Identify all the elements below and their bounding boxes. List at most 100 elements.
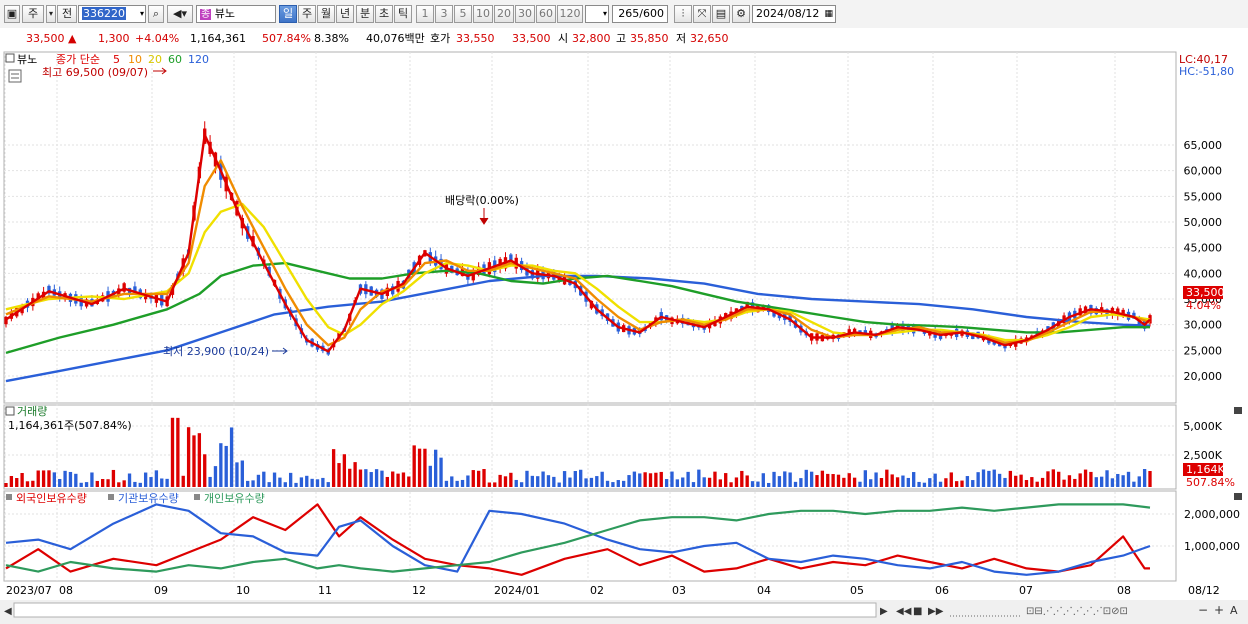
chevron-down-icon[interactable]: ▾ xyxy=(603,6,607,22)
volume-bar xyxy=(203,454,207,487)
speaker-icon[interactable]: ◀▾ xyxy=(167,5,193,23)
x-axis-label: 11 xyxy=(318,584,332,597)
panel-maximize-icon[interactable] xyxy=(1234,493,1242,500)
forward-icon[interactable]: ▶▶ xyxy=(928,606,944,617)
volume-bar xyxy=(573,471,577,487)
calendar-icon[interactable]: ▦ xyxy=(824,6,833,22)
ask-label: 호가 xyxy=(430,32,451,45)
rewind-icon[interactable]: ◀◀ xyxy=(896,606,912,617)
zoom-in-icon[interactable]: + xyxy=(1214,603,1224,617)
volume-bar xyxy=(933,473,937,487)
volume-bar xyxy=(460,479,465,487)
volume-bar xyxy=(885,469,889,487)
chart-menu-icon[interactable]: ▣ xyxy=(4,5,20,23)
interval-30-button[interactable]: 30 xyxy=(515,5,535,23)
data-count-input[interactable]: 265/600 xyxy=(612,5,668,23)
price-change-pct: +4.04% xyxy=(135,32,180,45)
volume-bar xyxy=(262,471,266,487)
chart-canvas[interactable]: 65,00060,00055,00050,00045,00040,00035,0… xyxy=(0,50,1248,621)
current-price: 33,500 ▲ xyxy=(26,32,77,45)
period-month-button[interactable]: 월 xyxy=(317,5,335,23)
volume-bar xyxy=(160,478,164,487)
volume-bar xyxy=(1062,479,1066,487)
volume-bar xyxy=(36,470,40,487)
volume-bar xyxy=(890,474,894,487)
tool-icons[interactable]: ⊡⊟⋰⋰⋰⋰⋰⋰⊡⊘⊡ xyxy=(1026,606,1128,617)
volume-bar xyxy=(552,476,556,487)
chevron-down-icon[interactable]: ▾ xyxy=(46,5,56,23)
interval-1-button[interactable]: 1 xyxy=(416,5,434,23)
interval-custom-input[interactable]: ▾ xyxy=(585,5,609,23)
date-input[interactable]: 2024/08/12 ▦ xyxy=(752,5,836,23)
volume-bar xyxy=(675,479,680,487)
chevron-down-icon[interactable]: ▾ xyxy=(140,6,144,22)
volume-bar xyxy=(41,470,46,487)
gear-icon[interactable]: ⚙ xyxy=(732,5,750,23)
volume-bar xyxy=(143,472,148,487)
volume-bar xyxy=(283,482,287,487)
volume-bar xyxy=(482,469,486,487)
volume-bar xyxy=(557,482,561,487)
volume-bar xyxy=(944,478,948,487)
chart-area[interactable]: 65,000 60,000 55,000 50,000 45,000 40,000 35,0… xyxy=(0,50,1248,621)
data-count: 265 xyxy=(618,7,640,20)
save-icon[interactable]: ▤ xyxy=(712,5,730,23)
volume-bar xyxy=(718,479,722,487)
volume-bar xyxy=(267,482,271,487)
interval-10-button[interactable]: 10 xyxy=(473,5,493,23)
candle-icon[interactable]: ⫶ xyxy=(674,5,692,23)
search-icon[interactable]: ⌕ xyxy=(148,5,164,23)
holding-legend-institution: 기관보유수량 xyxy=(118,492,179,505)
stock-name-field[interactable]: 종 뷰노 xyxy=(196,5,276,23)
period-week-button[interactable]: 주 xyxy=(298,5,316,23)
period-main-button[interactable]: 주 xyxy=(22,5,44,23)
period-year-button[interactable]: 년 xyxy=(336,5,354,23)
period-second-button[interactable]: 초 xyxy=(375,5,393,23)
volume-bar xyxy=(1137,476,1141,487)
price-y-tick: 60,000 xyxy=(1184,165,1223,178)
up-arrow-icon: ▲ xyxy=(68,32,77,45)
interval-5-button[interactable]: 5 xyxy=(454,5,472,23)
stop-icon[interactable]: ■ xyxy=(913,606,922,617)
interval-60-button[interactable]: 60 xyxy=(536,5,556,23)
auto-scale-icon[interactable]: A xyxy=(1230,604,1238,617)
volume-bar xyxy=(831,474,835,487)
interval-3-button[interactable]: 3 xyxy=(435,5,453,23)
volume-bar xyxy=(836,474,841,487)
volume-bar xyxy=(643,472,647,487)
volume-bar xyxy=(659,471,663,487)
period-day-button[interactable]: 일 xyxy=(279,5,297,23)
calculator-icon[interactable] xyxy=(8,69,22,83)
volume-bar xyxy=(299,477,304,487)
interval-20-button[interactable]: 20 xyxy=(494,5,514,23)
open-label: 시 xyxy=(558,32,569,45)
open-price: 32,800 xyxy=(572,32,611,45)
price-change: 1,300 xyxy=(98,32,130,45)
volume-bar xyxy=(423,448,427,487)
zoom-out-icon[interactable]: − xyxy=(1198,603,1208,617)
period-minute-button[interactable]: 분 xyxy=(356,5,374,23)
period-tick-button[interactable]: 틱 xyxy=(394,5,412,23)
volume-bar xyxy=(1099,476,1104,487)
volume-bar xyxy=(605,480,610,487)
volume-title: 거래량 xyxy=(17,405,47,418)
scroll-right-icon[interactable]: ▶ xyxy=(880,606,888,617)
bid-price: 33,500 xyxy=(512,32,551,45)
horizontal-scrollbar[interactable] xyxy=(13,602,877,618)
stock-code-input[interactable]: 336220 ▾ xyxy=(78,5,146,23)
volume-bar xyxy=(691,482,696,487)
volume-bar xyxy=(761,473,765,487)
volume-bar xyxy=(519,482,524,487)
prev-button[interactable]: 전 xyxy=(57,5,77,23)
interval-120-button[interactable]: 120 xyxy=(557,5,583,23)
ma-legend-20: 20 xyxy=(148,53,162,66)
x-axis-label: 02 xyxy=(590,584,604,597)
low-note: 최저 23,900 (10/24) xyxy=(163,345,269,358)
crosshair-icon[interactable]: ⤧ xyxy=(693,5,711,23)
volume-bar xyxy=(852,477,857,487)
volume-bar xyxy=(568,477,572,487)
scroll-left-icon[interactable]: ◀ xyxy=(4,606,12,617)
panel-maximize-icon[interactable] xyxy=(1234,407,1242,414)
x-axis-label: 08 xyxy=(1117,584,1131,597)
name-badge: 종 xyxy=(200,9,212,20)
